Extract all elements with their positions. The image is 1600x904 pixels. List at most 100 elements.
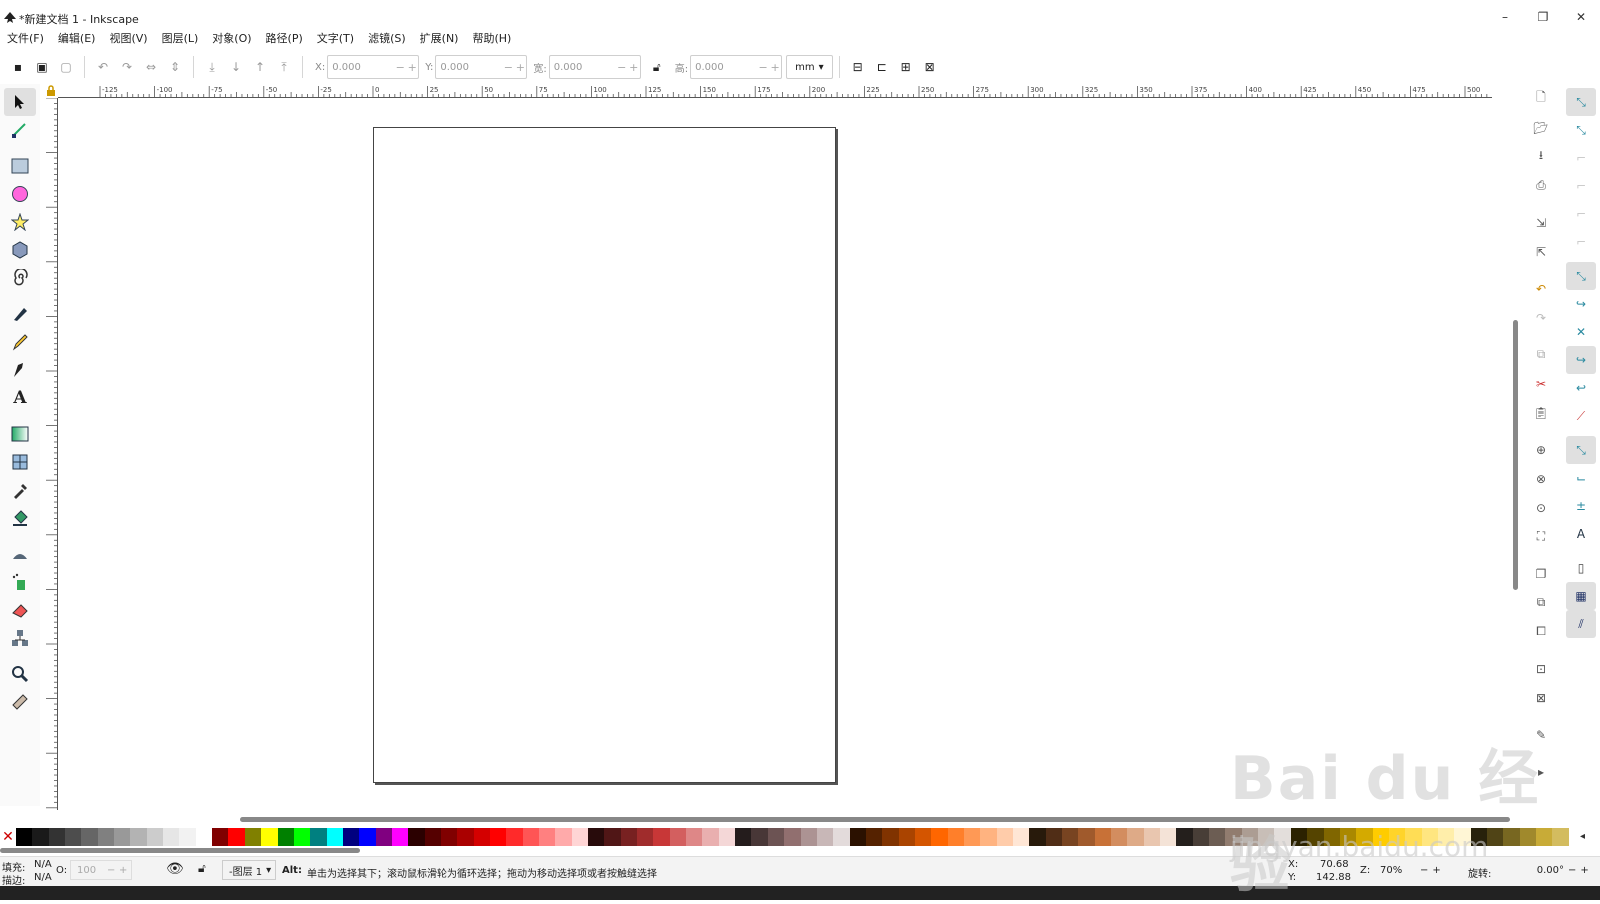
decrement-icon[interactable]: − — [107, 865, 119, 876]
lock-icon[interactable]: 🔓︎ — [645, 55, 669, 79]
guide-lock-icon[interactable] — [44, 84, 58, 98]
measure-tool-icon[interactable] — [4, 688, 36, 716]
palette-swatch[interactable] — [359, 828, 376, 846]
menu-extensions[interactable]: 扩展(N) — [413, 31, 466, 47]
zoom-page-width-icon[interactable]: ⛶ — [1528, 522, 1554, 551]
vertical-scrollbar[interactable] — [1513, 320, 1518, 590]
palette-swatch[interactable] — [424, 828, 441, 846]
move-patterns-icon[interactable]: ⊠ — [918, 55, 942, 79]
palette-swatch[interactable] — [440, 828, 458, 846]
snap-grid-icon[interactable]: ▦ — [1566, 582, 1596, 610]
calligraphy-tool-icon[interactable] — [4, 356, 36, 384]
zoom-tool-icon[interactable] — [4, 660, 36, 688]
palette-swatch[interactable] — [65, 828, 82, 846]
palette-swatch[interactable] — [1045, 828, 1062, 846]
flip-vertical-icon[interactable]: ⇕ — [163, 55, 187, 79]
palette-swatch[interactable] — [163, 828, 180, 846]
decrement-icon[interactable]: − — [502, 61, 514, 74]
palette-swatch[interactable] — [653, 828, 670, 846]
snap-object-center-icon[interactable]: ⌙ — [1566, 464, 1596, 492]
snap-path-icon[interactable]: ↪ — [1566, 290, 1596, 318]
palette-swatch[interactable] — [391, 828, 409, 846]
scale-corners-icon[interactable]: ⊏ — [870, 55, 894, 79]
deselect-icon[interactable]: ▢ — [54, 55, 78, 79]
select-all-icon[interactable]: ▪ — [6, 55, 30, 79]
pen-tool-icon[interactable] — [4, 300, 36, 328]
palette-swatch[interactable] — [735, 828, 752, 846]
box3d-tool-icon[interactable] — [4, 236, 36, 264]
zoom-drawing-icon[interactable]: ⊗ — [1528, 464, 1554, 493]
palette-swatch[interactable] — [522, 828, 539, 846]
palette-swatch[interactable] — [130, 828, 147, 846]
palette-swatch[interactable] — [604, 828, 621, 846]
zoom-selection-icon[interactable]: ⊕ — [1528, 435, 1554, 464]
menu-edit[interactable]: 编辑(E) — [51, 31, 103, 47]
palette-swatch[interactable] — [146, 828, 164, 846]
menu-filters[interactable]: 滤镜(S) — [361, 31, 413, 47]
spiral-tool-icon[interactable] — [4, 264, 36, 292]
menu-help[interactable]: 帮助(H) — [465, 31, 518, 47]
palette-swatch[interactable] — [310, 828, 327, 846]
palette-swatch[interactable] — [1062, 828, 1079, 846]
ellipse-tool-icon[interactable] — [4, 180, 36, 208]
snap-bbox-center-icon[interactable]: ⌐ — [1566, 228, 1596, 256]
palette-swatch[interactable] — [473, 828, 490, 846]
palette-swatch[interactable] — [277, 828, 294, 846]
palette-swatch[interactable] — [751, 828, 768, 846]
palette-swatch[interactable] — [1176, 828, 1193, 846]
layer-lock-icon[interactable]: 🔓︎ — [198, 861, 206, 876]
palette-swatch[interactable] — [375, 828, 392, 846]
redo-icon[interactable]: ↷ — [1528, 303, 1554, 332]
snap-bbox-icon[interactable]: ⤡ — [1566, 116, 1596, 144]
eraser-tool-icon[interactable] — [4, 596, 36, 624]
layer-visibility-icon[interactable]: 👁︎ — [166, 861, 184, 877]
unit-select[interactable]: mm ▾ — [786, 55, 833, 79]
palette-swatch[interactable] — [1127, 828, 1144, 846]
menu-file[interactable]: 文件(F) — [0, 31, 51, 47]
menu-object[interactable]: 对象(O) — [205, 31, 258, 47]
lower-to-bottom-icon[interactable]: ⤓ — [200, 55, 224, 79]
decrement-icon[interactable]: − — [616, 61, 628, 74]
palette-swatch[interactable] — [800, 828, 817, 846]
y-value[interactable]: 0.000 — [436, 62, 502, 73]
snap-rotation-center-icon[interactable]: ± — [1566, 492, 1596, 520]
snap-bbox-corner-icon[interactable]: ⌐ — [1566, 172, 1596, 200]
palette-scrollbar[interactable] — [0, 848, 360, 853]
palette-swatch[interactable] — [702, 828, 719, 846]
snap-nodes-icon[interactable]: ⤡ — [1566, 262, 1596, 290]
palette-swatch[interactable] — [996, 828, 1013, 846]
select-all-layers-icon[interactable]: ▣ — [30, 55, 54, 79]
import-icon[interactable]: ⇲ — [1528, 208, 1554, 237]
stroke-value[interactable]: N/A — [34, 872, 52, 883]
fill-value[interactable]: N/A — [34, 859, 52, 870]
palette-swatch[interactable] — [228, 828, 245, 846]
restore-button[interactable]: ❐ — [1524, 6, 1562, 28]
copy-icon[interactable]: ⧉ — [1528, 340, 1554, 369]
palette-swatch[interactable] — [686, 828, 703, 846]
duplicate-icon[interactable]: ❐ — [1528, 559, 1554, 588]
close-button[interactable]: ✕ — [1562, 6, 1600, 28]
undo-icon[interactable]: ↶ — [1528, 274, 1554, 303]
increment-icon[interactable]: + — [406, 61, 418, 74]
rotate-cw-icon[interactable]: ↷ — [115, 55, 139, 79]
palette-swatch[interactable] — [882, 828, 899, 846]
menu-path[interactable]: 路径(P) — [259, 31, 310, 47]
palette-swatch[interactable] — [1143, 828, 1161, 846]
snap-intersection-icon[interactable]: ✕ — [1566, 318, 1596, 346]
move-gradients-icon[interactable]: ⊞ — [894, 55, 918, 79]
menu-view[interactable]: 视图(V) — [102, 31, 154, 47]
palette-swatch[interactable] — [1029, 828, 1046, 846]
palette-swatch[interactable] — [898, 828, 915, 846]
menu-layer[interactable]: 图层(L) — [155, 31, 206, 47]
palette-swatch[interactable] — [244, 828, 262, 846]
unlink-clone-icon[interactable]: ⧠ — [1528, 617, 1554, 646]
palette-swatch[interactable] — [179, 828, 196, 846]
palette-swatch[interactable] — [457, 828, 474, 846]
snap-bbox-edge-icon[interactable]: ⌐ — [1566, 144, 1596, 172]
tweak-tool-icon[interactable] — [4, 540, 36, 568]
rectangle-tool-icon[interactable] — [4, 152, 36, 180]
palette-swatch[interactable] — [1209, 828, 1226, 846]
decrement-icon[interactable]: − — [394, 61, 406, 74]
save-icon[interactable]: ⭳ — [1528, 142, 1554, 171]
increment-icon[interactable]: + — [769, 61, 781, 74]
